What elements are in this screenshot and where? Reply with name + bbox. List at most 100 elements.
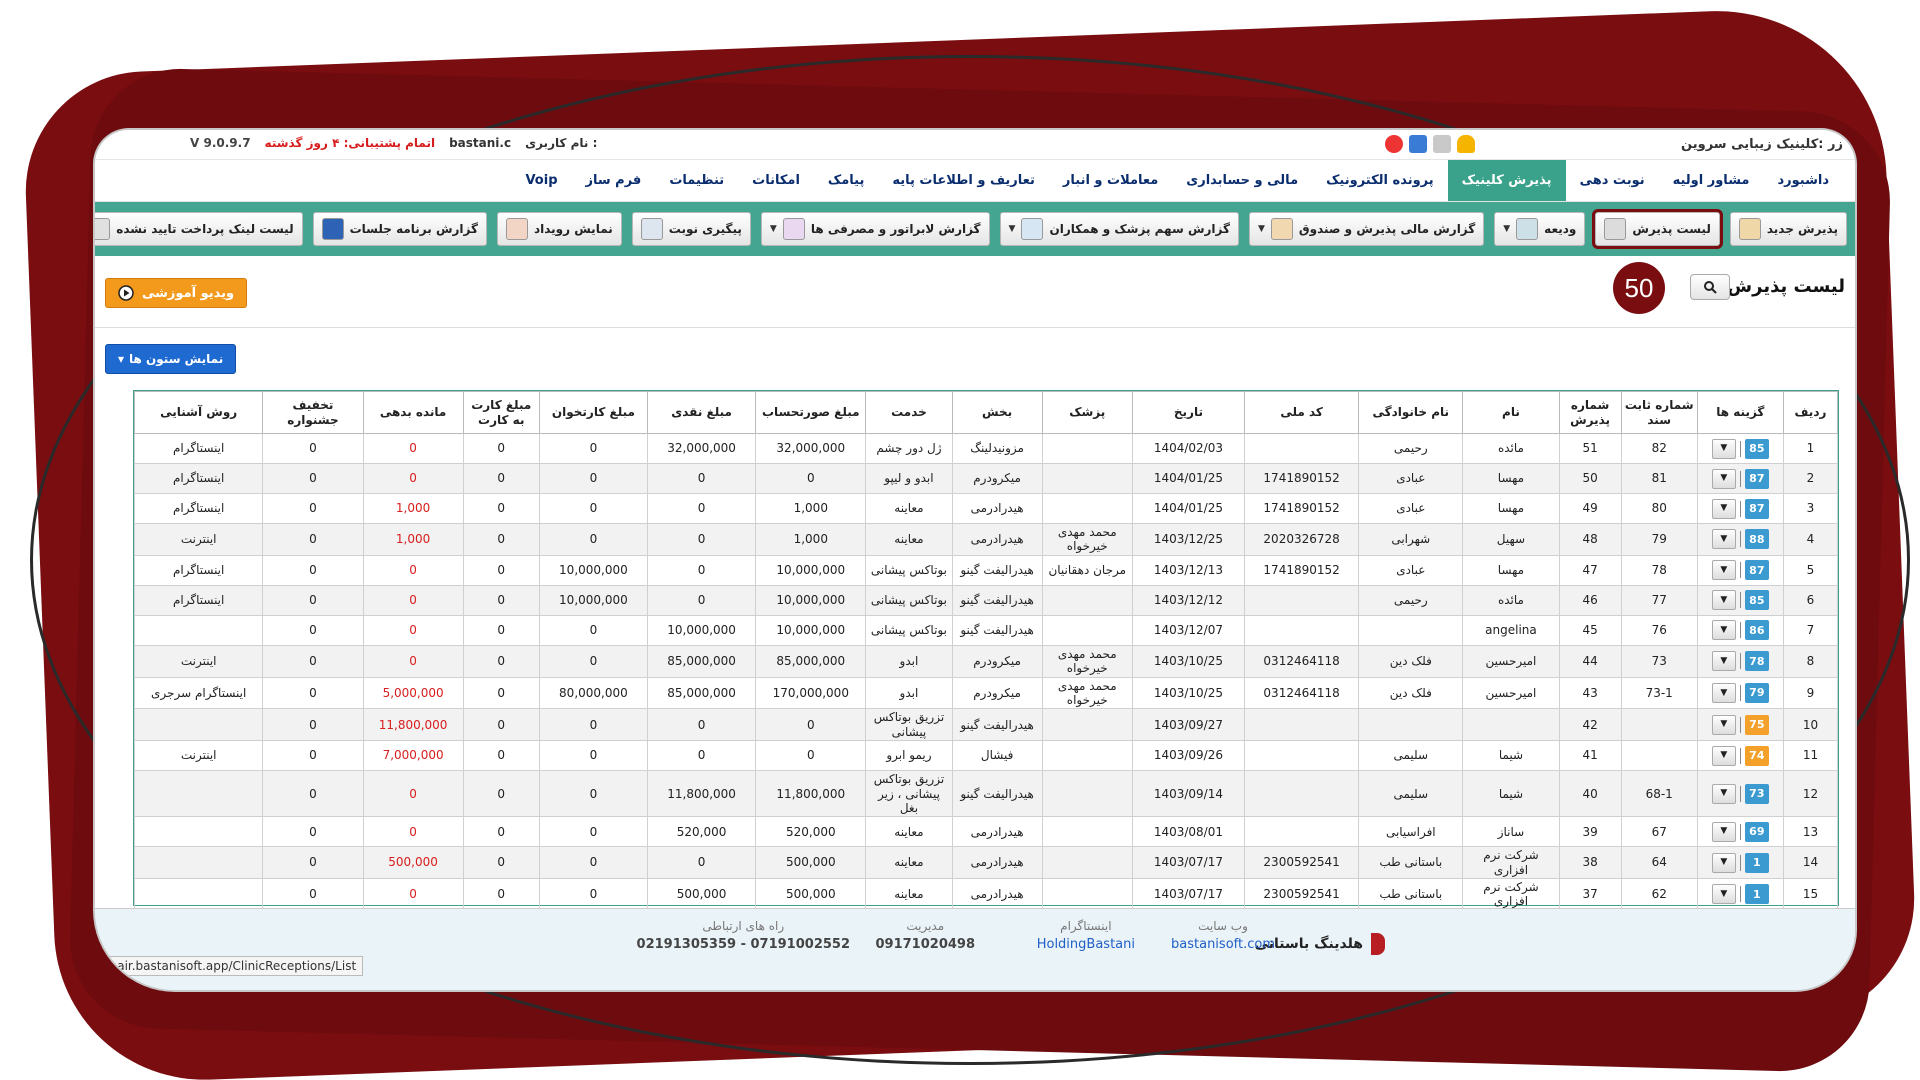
table-row[interactable]: 14 ▼ 1 64 38 شرکت نرم افزاری باستانی طب 2300592… [133,846,1839,880]
toolbar-button[interactable]: نمایش رویداد [496,212,622,246]
column-header[interactable]: نام خانوادگی [1358,391,1464,434]
toolbar-button[interactable]: پیگیری نوبت [631,212,751,246]
file-number-badge[interactable]: 1 [1744,884,1769,905]
column-header[interactable]: مبلغ کارتخوان [538,391,649,434]
column-header[interactable]: مبلغ نقدی [646,391,757,434]
calendar-check-icon[interactable] [1409,135,1427,153]
toolbar-button[interactable]: گزارش سهم پزشک و همکاران ▼ [999,212,1239,246]
table-row[interactable]: 5 ▼ 87 78 47 مهسا عبادی 1741890152 1403/12/13 مرج… [133,554,1839,586]
file-number-badge[interactable]: 78 [1744,651,1769,672]
column-header[interactable]: نام [1462,391,1560,434]
toolbar-button[interactable]: ودیعه ▼ [1494,212,1586,246]
row-options-dropdown-icon[interactable]: ▼ [1711,438,1736,459]
column-header[interactable]: مانده بدهی [362,391,464,434]
row-options-dropdown-icon[interactable]: ▼ [1711,884,1736,905]
table-row[interactable]: 3 ▼ 87 80 49 مهسا عبادی 1741890152 1404/01/25 هید… [133,493,1839,524]
column-header[interactable]: گزینه ها [1696,391,1784,434]
video-tutorial-button[interactable]: ویدیو آموزشی [105,278,248,308]
column-header[interactable]: کد ملی [1244,391,1360,434]
column-header[interactable]: مبلغ صورتحساب [755,391,867,434]
table-row[interactable]: 4 ▼ 88 79 48 سهیل شهرابی 2020326728 1403/12/25 مح… [133,523,1839,556]
row-options-dropdown-icon[interactable]: ▼ [1711,468,1736,489]
column-header[interactable]: ردیف [1782,391,1839,434]
notes-icon[interactable] [1433,135,1451,153]
instagram-label: اینستاگرام [1060,919,1112,933]
menu-item[interactable]: تعاریف و اطلاعات پایه [878,160,1049,201]
column-header[interactable]: پزشک [1041,391,1133,434]
menu-item[interactable]: تنظیمات [655,160,738,201]
table-row[interactable]: 2 ▼ 87 81 50 مهسا عبادی 1741890152 1404/01/25 میک… [133,463,1839,494]
file-number-badge[interactable]: 87 [1744,498,1769,519]
power-icon[interactable] [1385,135,1403,153]
row-options-dropdown-icon[interactable]: ▼ [1711,529,1736,550]
row-options-dropdown-icon[interactable]: ▼ [1711,714,1736,735]
toolbar-button[interactable]: گزارش مالی پذیرش و صندوق ▼ [1248,212,1485,246]
file-number-badge[interactable]: 87 [1744,560,1769,581]
file-number-badge[interactable]: 86 [1744,620,1769,641]
menu-item[interactable]: داشبورد [1763,160,1843,201]
table-row[interactable]: 9 ▼ 79 73-1 43 امیرحسین فلک دین 0312464118 1403/… [133,676,1839,710]
menu-item[interactable]: مشاور اولیه [1659,160,1764,201]
row-options-dropdown-icon[interactable]: ▼ [1711,852,1736,873]
menu-item[interactable]: فرم ساز [572,160,656,201]
file-number-badge[interactable]: 69 [1744,821,1769,842]
table-row[interactable]: 12 ▼ 73 68-1 40 شیما سلیمی 1403/09/14 هیدرالیفت … [133,770,1839,818]
file-number-badge[interactable]: 88 [1744,529,1769,550]
table-row[interactable]: 13 ▼ 69 67 39 ساناز افراسیابی 1403/08/01 هیدرادر… [133,816,1839,848]
column-header[interactable]: بخش [951,391,1043,434]
menu-item[interactable]: نوبت دهی [1566,160,1659,201]
file-number-badge[interactable]: 87 [1744,468,1769,489]
file-number-badge[interactable]: 73 [1744,783,1769,804]
toolbar-button[interactable]: گزارش برنامه جلسات [312,212,487,246]
row-options-dropdown-icon[interactable]: ▼ [1711,651,1736,672]
column-header[interactable]: تخفیف جشنواره [262,391,364,434]
cell-pos: 10,000,000 [538,554,649,586]
menu-item[interactable]: معاملات و انبار [1049,160,1172,201]
toolbar-button[interactable]: پذیرش جدید [1729,212,1847,246]
row-options-dropdown-icon[interactable]: ▼ [1711,560,1736,581]
row-options-dropdown-icon[interactable]: ▼ [1711,498,1736,519]
bell-icon[interactable] [1457,135,1475,153]
instagram-link[interactable]: HoldingBastani [1037,937,1135,952]
file-number-badge[interactable]: 1 [1744,852,1769,873]
row-options-dropdown-icon[interactable]: ▼ [1711,590,1736,611]
row-options-dropdown-icon[interactable]: ▼ [1711,745,1736,766]
menu-item[interactable]: پرونده الکترونیک [1312,160,1448,201]
menu-item[interactable]: امکانات [738,160,814,201]
table-row[interactable]: 6 ▼ 85 77 46 مائده رحیمی 1403/12/12 هیدرالیفت گی… [133,584,1839,616]
toolbar-button-label: پیگیری نوبت [668,222,742,236]
column-header[interactable]: تاریخ [1131,391,1246,434]
menu-item[interactable]: پیامک [814,160,878,201]
toolbar-button[interactable]: لیست لینک پرداخت تایید نشده [95,212,303,246]
column-header[interactable]: روش آشنایی [133,391,264,434]
row-options-dropdown-icon[interactable]: ▼ [1711,620,1736,641]
cell-lname: رحیمی [1358,584,1464,616]
file-number-badge[interactable]: 74 [1744,745,1769,766]
row-options-dropdown-icon[interactable]: ▼ [1711,783,1736,804]
show-columns-button[interactable]: نمایش ستون ها ▾ [105,344,237,374]
table-row[interactable]: 10 ▼ 75 42 1403/09/27 هیدرالیفت گینو تزریق بوت… [133,708,1839,742]
menu-item[interactable]: مالی و حسابداری [1172,160,1312,201]
column-header[interactable]: مبلغ کارت به کارت [462,391,540,434]
row-options-dropdown-icon[interactable]: ▼ [1711,821,1736,842]
table-row[interactable]: 1 ▼ 85 82 51 مائده رحیمی 1404/02/03 مزونیدلینگ ژل… [133,433,1839,464]
file-number-badge[interactable]: 85 [1744,590,1769,611]
column-header[interactable]: شماره پذیرش [1558,391,1622,434]
toolbar-button[interactable]: لیست پذیرش [1592,209,1723,249]
column-header[interactable]: شماره ثابت سند [1620,391,1698,434]
table-row[interactable]: 11 ▼ 74 41 شیما سلیمی 1403/09/26 فیشال ریمو ابرو… [133,740,1839,772]
file-number-badge[interactable]: 75 [1744,714,1769,735]
table-row[interactable]: 7 ▼ 86 76 45 angelina 1403/12/07 هیدرالیفت گینو… [133,614,1839,646]
cell-cash: 0 [646,523,757,556]
website-link[interactable]: bastanisoft.com [1171,937,1275,952]
file-number-badge[interactable]: 79 [1744,682,1769,703]
column-header[interactable]: خدمت [865,391,953,434]
table-row[interactable]: 8 ▼ 78 73 44 امیرحسین فلک دین 0312464118 1403/10… [133,644,1839,678]
search-button[interactable] [1690,274,1730,300]
menu-item[interactable]: پذیرش کلینیک [1447,160,1566,201]
menu-item[interactable]: Voip [511,160,571,201]
file-number-badge[interactable]: 85 [1744,438,1769,459]
toolbar-button[interactable]: گزارش لابراتور و مصرفی ها ▼ [760,212,990,246]
row-options-dropdown-icon[interactable]: ▼ [1711,682,1736,703]
table-row[interactable]: 15 ▼ 1 62 37 شرکت نرم افزاری باستانی طب 2300592… [133,878,1839,911]
